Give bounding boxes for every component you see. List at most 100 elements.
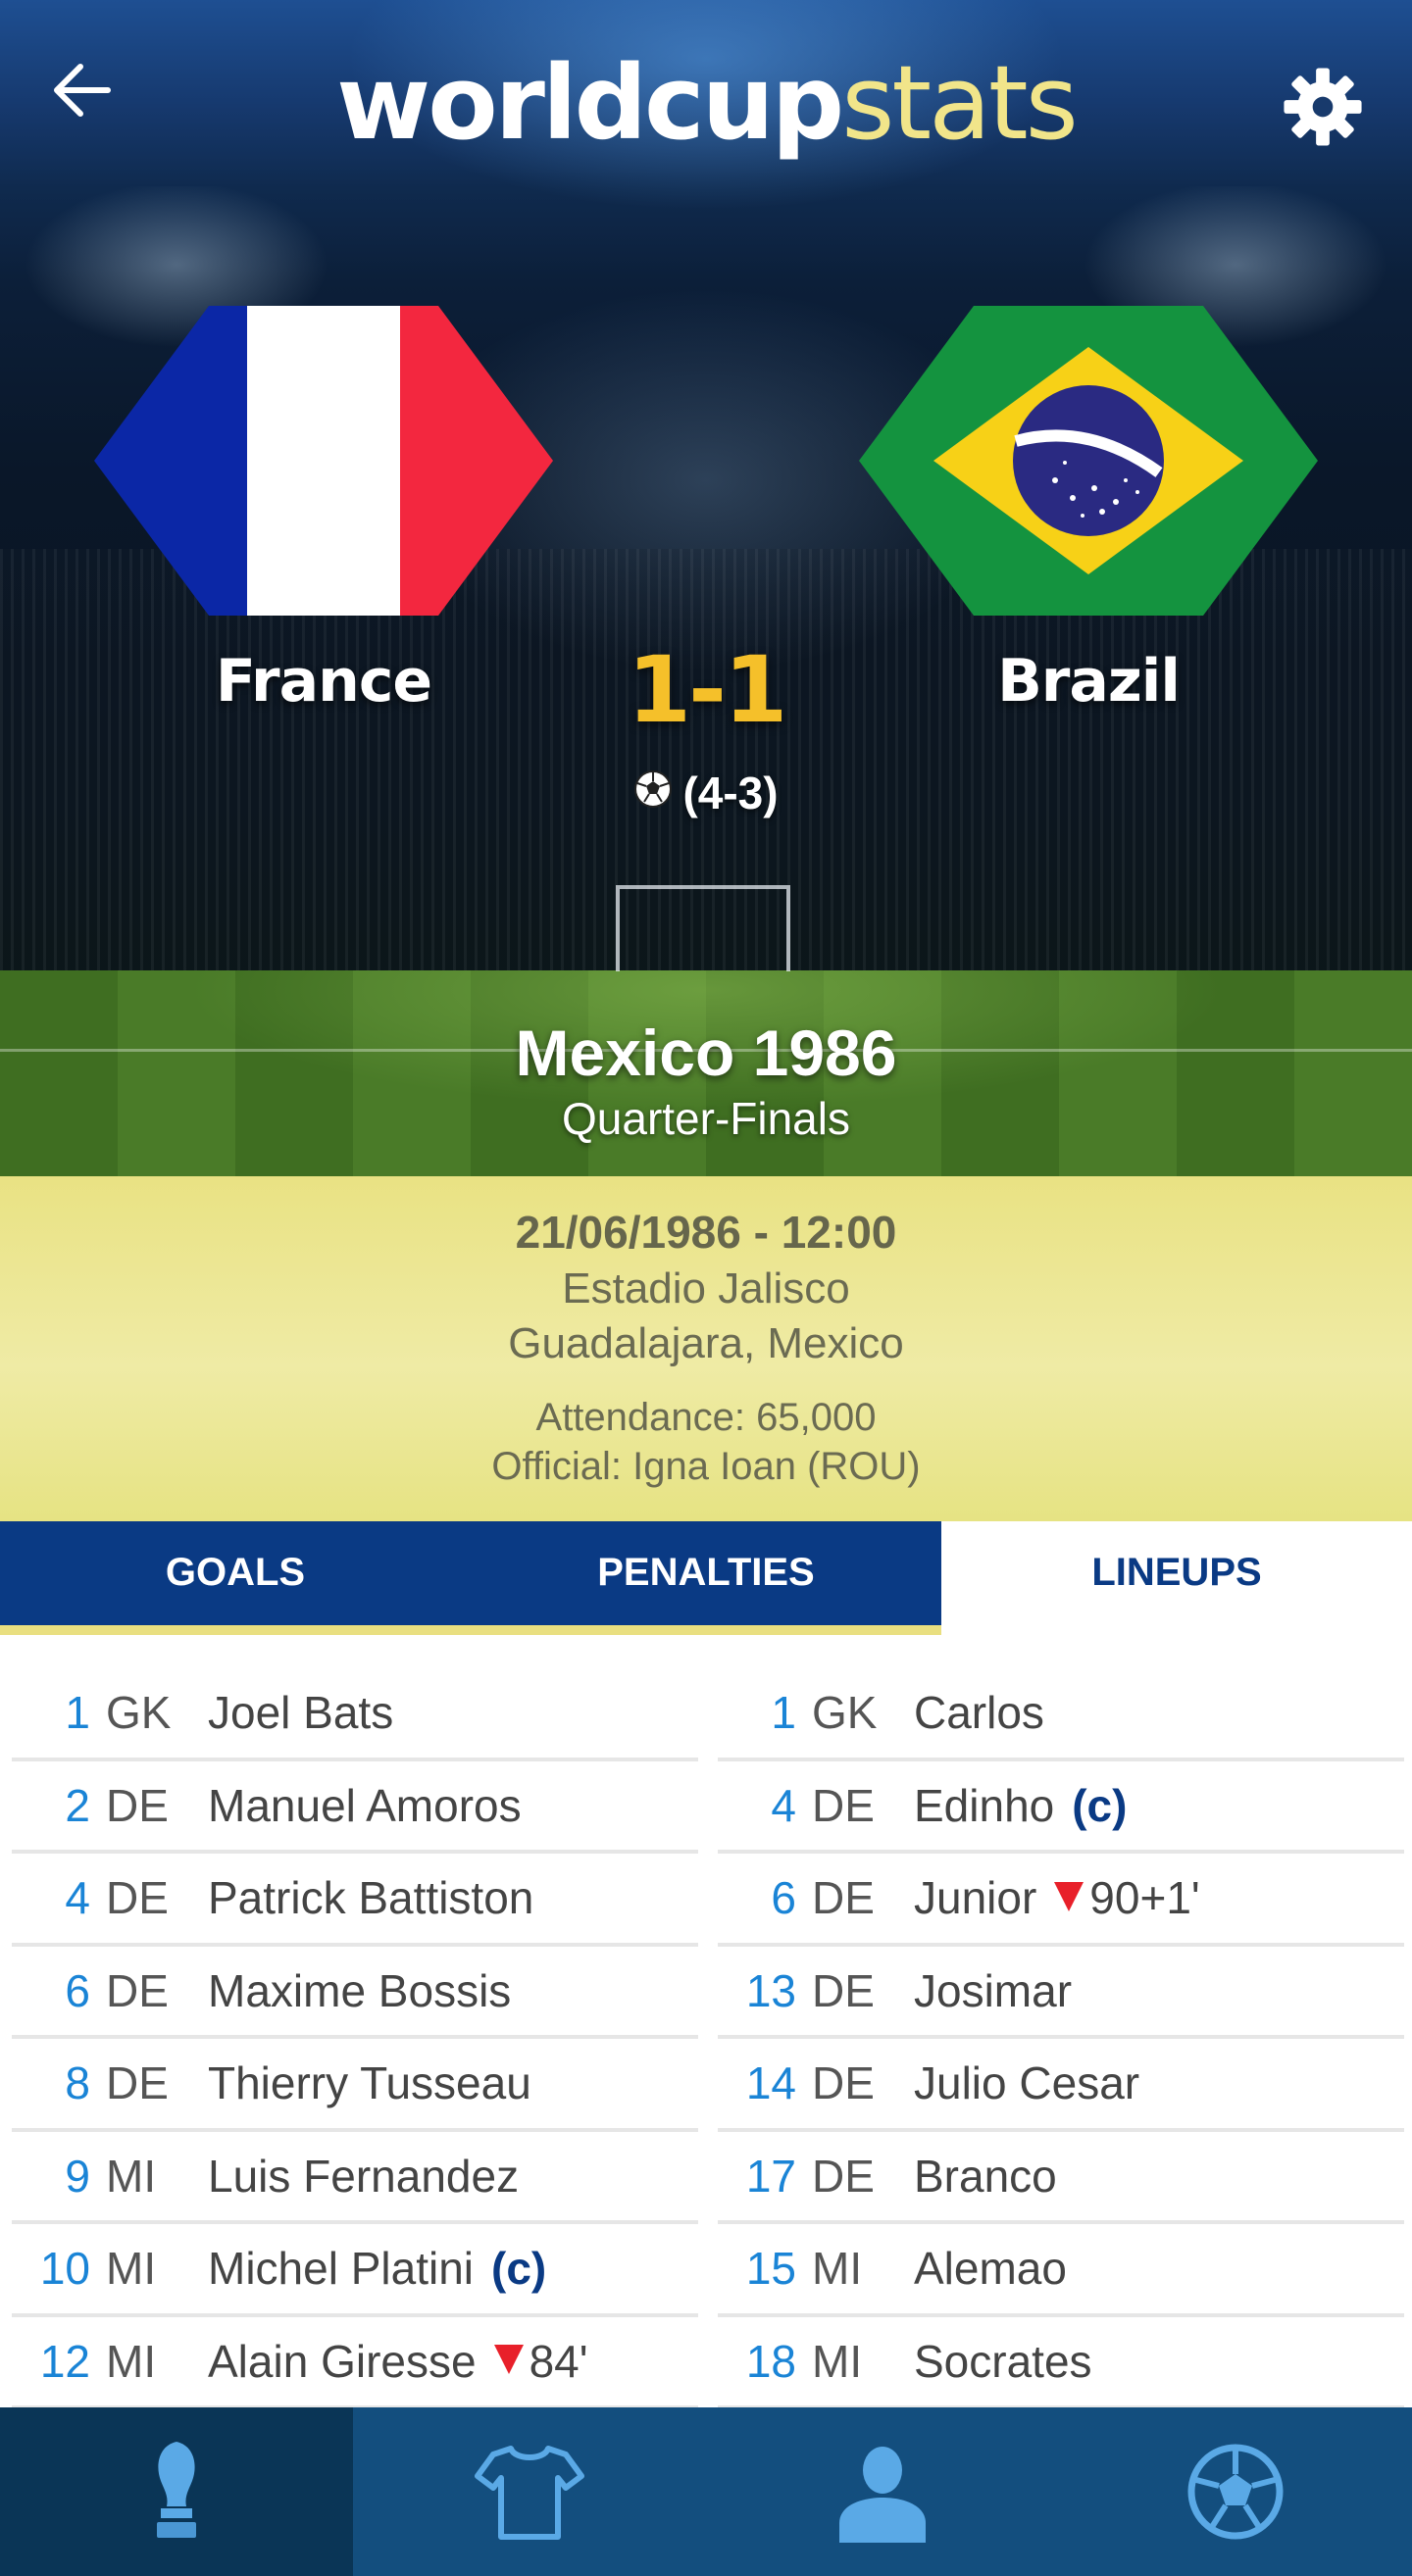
tab-penalties[interactable]: PENALTIES (471, 1521, 941, 1635)
lineup-row[interactable]: 2 DE Manuel Amoros (12, 1761, 698, 1854)
lineup-row[interactable]: 6 DE Maxime Bossis (12, 1947, 698, 2039)
player-name-cell: Maxime Bossis (208, 1947, 511, 2035)
lineup-row[interactable]: 15 MI Alemao (718, 2224, 1404, 2317)
player-name: Joel Bats (208, 1687, 394, 1738)
shirt-number: 17 (745, 2150, 796, 2202)
player-position: DE (106, 1964, 169, 2016)
player-name: Alain Giresse (208, 2335, 477, 2387)
lineup-row[interactable]: 8 DE Thierry Tusseau (12, 2039, 698, 2132)
player-name: Luis Fernandez (208, 2150, 520, 2202)
player-position: DE (812, 1779, 875, 1831)
captain-badge: (c) (491, 2243, 547, 2294)
player-position: MI (106, 2150, 157, 2202)
nav-teams[interactable] (353, 2407, 706, 2576)
match-info-panel: 21/06/1986 - 12:00 Estadio Jalisco Guada… (0, 1176, 1412, 1521)
logo-secondary: stats (841, 43, 1079, 163)
player-position: DE (106, 1872, 169, 1923)
lineup-row[interactable]: 18 MI Socrates (718, 2317, 1404, 2409)
lineup-row[interactable]: 10 MI Michel Platini (c) (12, 2224, 698, 2317)
player-position: GK (812, 1687, 878, 1738)
lineup-row[interactable]: 9 MI Luis Fernandez (12, 2132, 698, 2224)
attendance: Attendance: 65,000 (535, 1396, 877, 1439)
match-tabs: GOALS PENALTIES LINEUPS (0, 1521, 1412, 1635)
player-name-cell: Carlos (914, 1668, 1044, 1757)
player-name: Patrick Battiston (208, 1872, 534, 1923)
player-name-cell: Michel Platini (c) (208, 2224, 546, 2312)
nav-matches[interactable] (1059, 2407, 1412, 2576)
player-position: DE (812, 1872, 875, 1923)
substitution-minute: 90+1' (1089, 1872, 1200, 1923)
back-arrow-icon (54, 64, 111, 117)
nav-players[interactable] (706, 2407, 1059, 2576)
shirt-number: 6 (771, 1872, 796, 1923)
referee: Official: Igna Ioan (ROU) (491, 1445, 921, 1488)
away-team-name: Brazil (997, 647, 1181, 716)
away-lineup: 1 GK Carlos 4 DE Edinho (c) 6 DE Junior 90+1' 13 DE J… (718, 1668, 1404, 2409)
tab-lineups[interactable]: LINEUPS (941, 1521, 1412, 1635)
goal-frame (616, 885, 790, 971)
shirt-number: 18 (745, 2335, 796, 2387)
player-name: Socrates (914, 2335, 1092, 2387)
player-name-cell: Manuel Amoros (208, 1761, 522, 1850)
shirt-number: 12 (39, 2335, 90, 2387)
player-position: MI (106, 2243, 157, 2294)
player-position: MI (106, 2335, 157, 2387)
substitution-out-icon (493, 2345, 524, 2375)
lineup-row[interactable]: 4 DE Edinho (c) (718, 1761, 1404, 1854)
match-score: 1-1 (627, 637, 788, 744)
player-name: Josimar (914, 1964, 1073, 2016)
stadium-city: Guadalajara, Mexico (508, 1319, 904, 1367)
lineups-list: 1 GK Joel Bats 2 DE Manuel Amoros 4 DE Patrick B… (0, 1668, 1412, 2409)
lineup-row[interactable]: 4 DE Patrick Battiston (12, 1854, 698, 1947)
shirt-number: 2 (65, 1779, 90, 1831)
shirt-number: 6 (65, 1964, 90, 2016)
penalty-shootout: (4-3) (549, 767, 863, 819)
player-name-cell: Patrick Battiston (208, 1854, 533, 1942)
substitution-out-icon (1054, 1881, 1084, 1911)
settings-button[interactable] (1281, 65, 1369, 153)
stadium-name: Estadio Jalisco (562, 1264, 850, 1313)
logo-primary: worldcup (336, 43, 844, 163)
player-name-cell: Thierry Tusseau (208, 2039, 531, 2127)
lineup-row[interactable]: 1 GK Carlos (718, 1668, 1404, 1761)
football-icon (633, 767, 673, 819)
player-name: Edinho (914, 1779, 1055, 1831)
tab-goals[interactable]: GOALS (0, 1521, 471, 1635)
player-position: MI (812, 2243, 863, 2294)
player-name: Maxime Bossis (208, 1964, 512, 2016)
nav-tournaments[interactable] (0, 2407, 353, 2576)
lineup-row[interactable]: 17 DE Branco (718, 2132, 1404, 2224)
bottom-nav (0, 2407, 1412, 2576)
shirt-number: 10 (39, 2243, 90, 2294)
player-name: Carlos (914, 1687, 1044, 1738)
shirt-number: 13 (745, 1964, 796, 2016)
substitution-minute: 84' (529, 2335, 588, 2387)
lineup-row[interactable]: 13 DE Josimar (718, 1947, 1404, 2039)
lineup-row[interactable]: 6 DE Junior 90+1' (718, 1854, 1404, 1947)
shirt-number: 8 (65, 2057, 90, 2108)
match-date-time: 21/06/1986 - 12:00 (515, 1207, 897, 1258)
player-position: DE (812, 1964, 875, 2016)
home-team-name: France (215, 647, 432, 716)
match-hero: worldcupstats France Brazil 1-1 (4-3) Me… (0, 0, 1412, 1176)
trophy-icon (157, 2442, 196, 2538)
player-position: DE (106, 2057, 169, 2108)
player-position: GK (106, 1687, 172, 1738)
lineup-row[interactable]: 14 DE Julio Cesar (718, 2039, 1404, 2132)
shirt-number: 4 (771, 1779, 796, 1831)
player-name-cell: Edinho (c) (914, 1761, 1127, 1850)
player-name-cell: Josimar (914, 1947, 1072, 2035)
player-name-cell: Alemao (914, 2224, 1067, 2312)
football-icon (1187, 2444, 1284, 2540)
player-name-cell: Branco (914, 2132, 1057, 2220)
back-button[interactable] (51, 59, 129, 137)
player-position: DE (812, 2150, 875, 2202)
player-name: Michel Platini (208, 2243, 474, 2294)
lineup-row[interactable]: 1 GK Joel Bats (12, 1668, 698, 1761)
player-name-cell: Julio Cesar (914, 2039, 1139, 2127)
penalty-score: (4-3) (682, 768, 779, 818)
player-name-cell: Joel Bats (208, 1668, 393, 1757)
lineup-row[interactable]: 12 MI Alain Giresse 84' (12, 2317, 698, 2409)
player-name: Junior (914, 1872, 1037, 1923)
player-name: Thierry Tusseau (208, 2057, 531, 2108)
